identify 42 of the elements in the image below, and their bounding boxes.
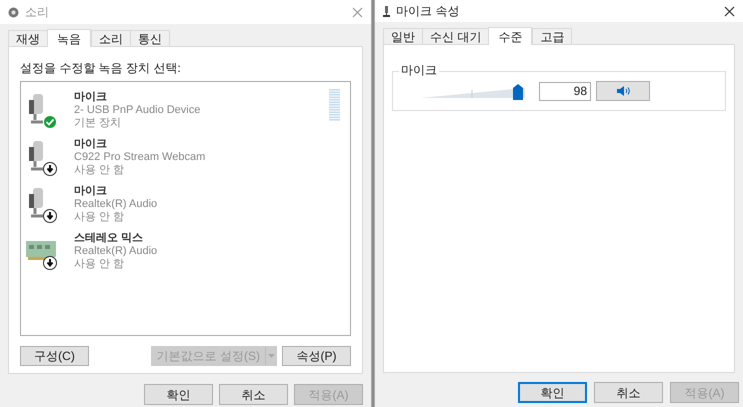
tab[interactable]: 재생 xyxy=(8,30,48,46)
tab[interactable]: 일반 xyxy=(383,28,423,44)
device-status: 사용 안 함 xyxy=(74,164,126,177)
device-item[interactable]: 스테레오 믹스 Realtek(R) Audio 사용 안 함 xyxy=(21,229,350,274)
configure-button[interactable]: 구성(C) xyxy=(20,346,89,366)
level-slider[interactable] xyxy=(420,82,525,102)
window-title: 마이크 속성 xyxy=(396,3,460,20)
properties-button[interactable]: 속성(P) xyxy=(282,346,351,366)
instruction-text: 설정을 수정할 녹음 장치 선택: xyxy=(20,60,182,75)
device-status: 사용 안 함 xyxy=(74,211,126,224)
device-description: C922 Pro Stream Webcam xyxy=(74,151,206,164)
close-icon[interactable] xyxy=(724,6,735,16)
tab[interactable]: 소리 xyxy=(91,30,131,46)
device-status: 사용 안 함 xyxy=(74,258,126,271)
group-label: 마이크 xyxy=(399,63,439,77)
device-name: 스테레오 믹스 xyxy=(74,232,144,245)
device-item[interactable]: 마이크 Realtek(R) Audio 사용 안 함 xyxy=(21,182,350,227)
device-item[interactable]: 마이크 2- USB PnP Audio Device 기본 장치 xyxy=(21,88,350,133)
level-meter-drawing xyxy=(329,89,340,121)
device-name: 마이크 xyxy=(74,185,108,198)
dialog-button[interactable]: 확인 xyxy=(518,382,587,403)
tab[interactable]: 고급 xyxy=(532,28,572,44)
device-name: 마이크 xyxy=(74,138,108,151)
dialog-button[interactable]: 확인 xyxy=(144,384,213,405)
tab[interactable]: 수신 대기 xyxy=(422,28,490,44)
slider-thumb[interactable] xyxy=(513,84,523,100)
device-description: Realtek(R) Audio xyxy=(74,198,158,211)
device-status: 기본 장치 xyxy=(74,117,122,130)
tab[interactable]: 수준 xyxy=(488,27,532,45)
device-description: 2- USB PnP Audio Device xyxy=(74,104,200,117)
level-value-field[interactable]: 98 xyxy=(539,82,591,100)
tab[interactable]: 녹음 xyxy=(47,29,91,47)
microphone-icon xyxy=(383,6,390,16)
dialog-button[interactable]: 취소 xyxy=(219,384,288,405)
caret-icon xyxy=(268,354,274,358)
tab[interactable]: 통신 xyxy=(130,30,170,46)
window-title: 소리 xyxy=(25,4,49,21)
device-item[interactable]: 마이크 C922 Pro Stream Webcam 사용 안 함 xyxy=(21,135,350,180)
mute-button[interactable] xyxy=(596,81,650,101)
device-name: 마이크 xyxy=(74,91,108,104)
dialog-button[interactable]: 취소 xyxy=(594,382,663,403)
device-description: Realtek(R) Audio xyxy=(74,245,158,258)
